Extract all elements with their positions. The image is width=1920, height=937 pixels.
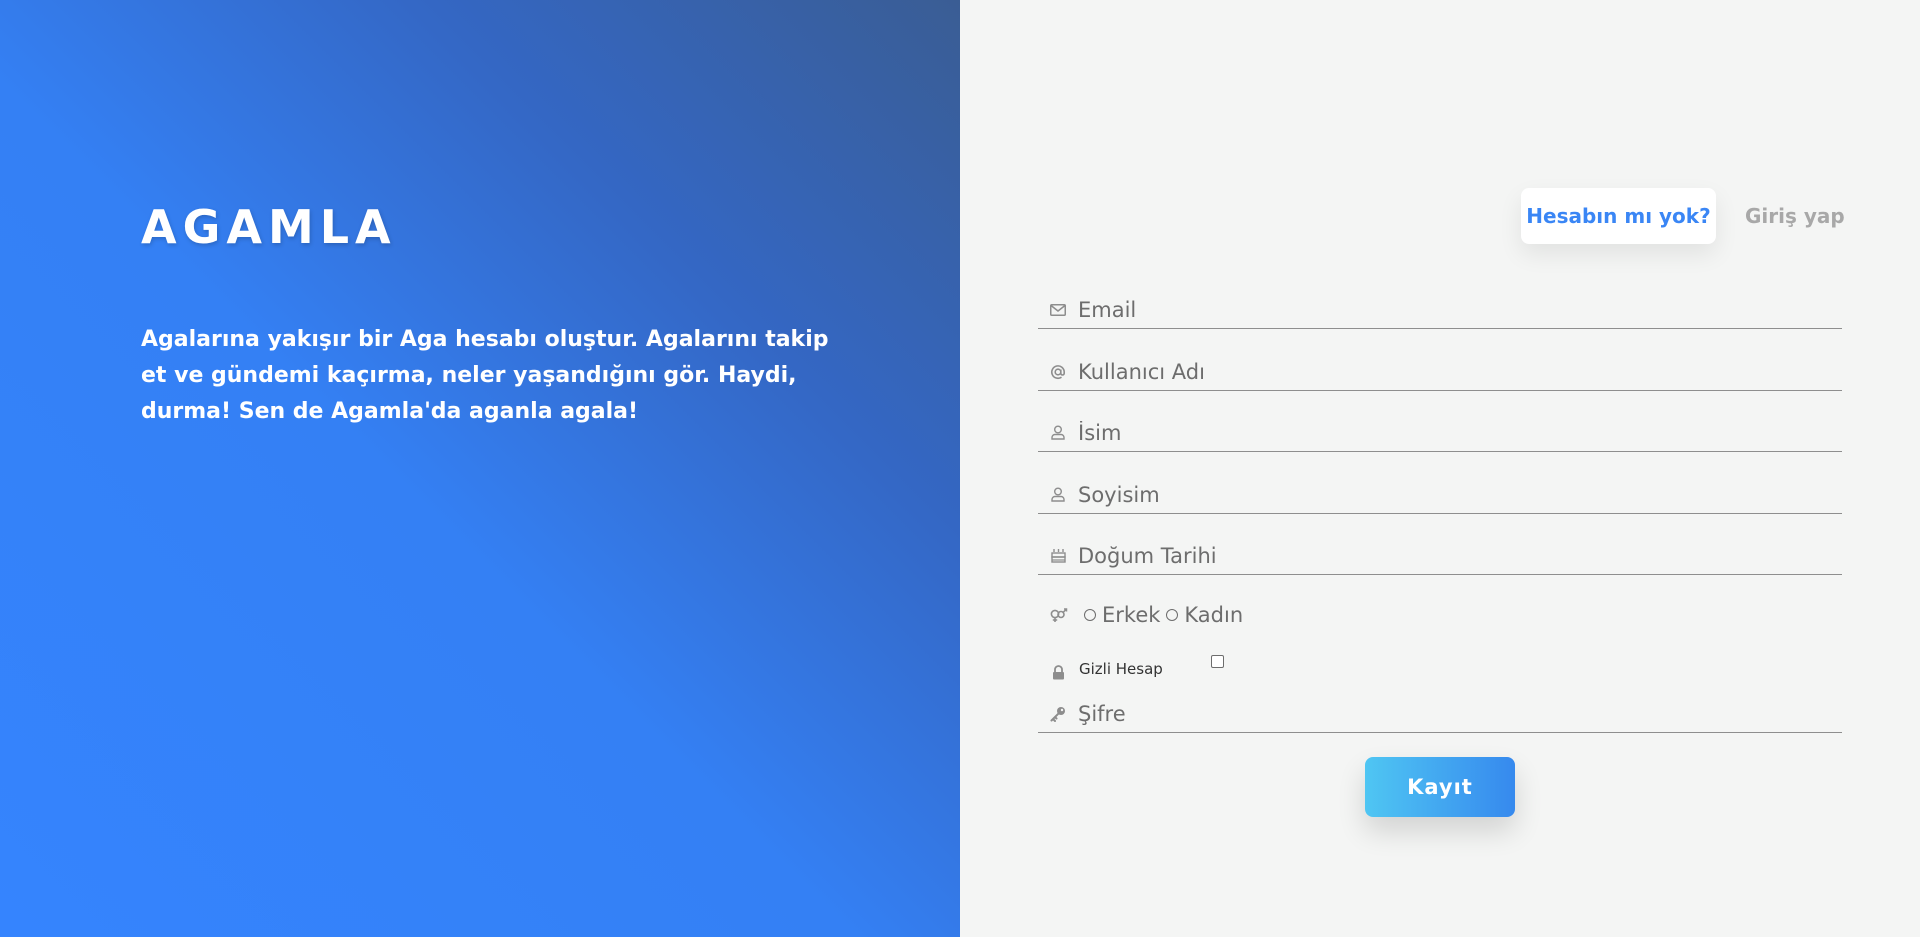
envelope-icon: [1038, 291, 1078, 329]
password-field-row: [1038, 695, 1842, 733]
first-name-field-row: [1038, 414, 1842, 452]
email-field-row: [1038, 291, 1842, 329]
email-input[interactable]: [1078, 291, 1842, 328]
at-icon: [1038, 353, 1078, 391]
gender-option-label: Erkek: [1102, 603, 1161, 627]
password-input[interactable]: [1078, 695, 1842, 732]
gender-option-male[interactable]: Erkek: [1084, 603, 1160, 627]
username-field-row: [1038, 353, 1842, 391]
brand-logo-text: AGAMLA: [141, 200, 397, 254]
username-input[interactable]: [1078, 353, 1842, 390]
tab-login[interactable]: Giriş yap: [1745, 204, 1845, 228]
last-name-input[interactable]: [1078, 476, 1842, 513]
gender-option-label: Kadın: [1184, 603, 1244, 627]
birthdate-field-row: [1038, 537, 1842, 575]
private-account-row: Gizli Hesap: [1038, 652, 1163, 686]
key-icon: [1038, 695, 1078, 733]
tab-signup[interactable]: Hesabın mı yok?: [1521, 188, 1716, 244]
cake-icon: [1038, 537, 1078, 575]
gender-row: Erkek Kadın: [1038, 598, 1243, 632]
hero-panel: AGAMLA Agalarına yakışır bir Aga hesabı …: [0, 0, 960, 937]
private-account-checkbox[interactable]: [1211, 655, 1224, 668]
auth-tabs: Hesabın mı yok? Giriş yap: [1521, 188, 1845, 244]
private-account-label: Gizli Hesap: [1079, 660, 1163, 678]
gender-option-female[interactable]: Kadın: [1166, 603, 1243, 627]
register-button[interactable]: Kayıt: [1365, 757, 1515, 817]
user-icon: [1038, 414, 1078, 452]
birthdate-input[interactable]: [1078, 537, 1842, 574]
lock-icon: [1038, 664, 1078, 680]
user-icon: [1038, 476, 1078, 514]
radio-button[interactable]: [1084, 609, 1096, 621]
gender-icon: [1038, 607, 1078, 623]
first-name-input[interactable]: [1078, 414, 1842, 451]
radio-button[interactable]: [1166, 609, 1179, 621]
last-name-field-row: [1038, 476, 1842, 514]
hero-tagline: Agalarına yakışır bir Aga hesabı oluştur…: [141, 327, 829, 424]
